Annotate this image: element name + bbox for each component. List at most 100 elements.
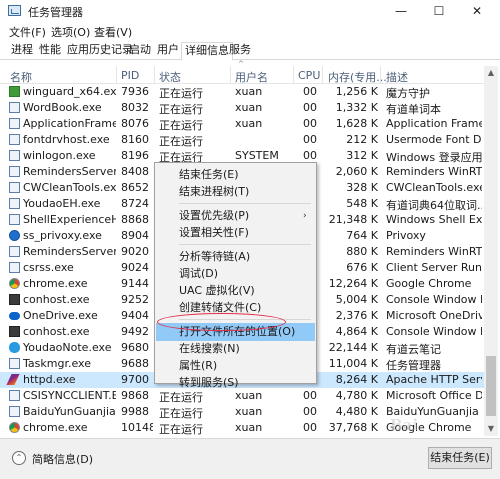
- cell-memory: 5,004 K: [335, 293, 378, 306]
- tab-bar: 进程 性能 应用历史记录 启动 用户 详细信息 服务: [0, 40, 500, 61]
- menu-options[interactable]: 选项(O): [51, 24, 90, 40]
- cell-pid: 8076: [121, 117, 149, 130]
- cell-name: ShellExperienceHo...: [23, 213, 116, 226]
- ctx-go-to-services[interactable]: 转到服务(S): [156, 374, 315, 392]
- window-icon: [9, 166, 20, 177]
- window-icon: [9, 390, 20, 401]
- cell-memory: 8,264 K: [335, 373, 378, 386]
- window-icon: [9, 198, 20, 209]
- menu-separator: [179, 203, 311, 204]
- cell-pid: 9020: [121, 245, 149, 258]
- scroll-up-icon[interactable]: ▲: [484, 66, 498, 80]
- cell-memory: 1,332 K: [335, 101, 378, 114]
- cell-name: OneDrive.exe: [23, 309, 98, 322]
- minimize-button[interactable]: —: [382, 0, 420, 22]
- chevron-up-icon[interactable]: ⌃: [12, 451, 26, 465]
- column-divider[interactable]: [154, 66, 155, 84]
- cell-description: Reminders WinRT ...: [386, 245, 482, 258]
- column-divider[interactable]: [230, 66, 231, 84]
- table-row[interactable]: WordBook.exe 8032 正在运行 xuan 00 1,332 K 有道单词本: [0, 100, 484, 116]
- close-button[interactable]: ✕: [458, 0, 496, 22]
- cell-name: chrome.exe: [23, 421, 88, 434]
- ctx-create-dump[interactable]: 创建转储文件(C): [156, 299, 315, 317]
- cell-memory: 1,628 K: [335, 117, 378, 130]
- ctx-search-online[interactable]: 在线搜索(N): [156, 340, 315, 358]
- tab-startup[interactable]: 启动: [126, 42, 154, 60]
- chrome-icon: [9, 422, 20, 433]
- cell-name: CWCleanTools.exe: [23, 181, 116, 194]
- column-divider[interactable]: [293, 66, 294, 84]
- context-menu: 结束任务(E) 结束进程树(T) 设置优先级(P) › 设置相关性(F) 分析等待链(A)…: [154, 162, 317, 389]
- cell-name: YoudaoNote.exe: [23, 341, 112, 354]
- cell-name: RemindersServer.e...: [23, 165, 116, 178]
- column-memory[interactable]: 内存(专用...: [328, 69, 387, 85]
- tab-services[interactable]: 服务: [226, 42, 254, 60]
- cell-name: ss_privoxy.exe: [23, 229, 102, 242]
- cell-memory: 548 K: [346, 197, 378, 210]
- chevron-right-icon: ›: [303, 211, 307, 221]
- ctx-analyze-wait-chain[interactable]: 分析等待链(A): [156, 248, 315, 266]
- table-row[interactable]: fontdrvhost.exe 8160 正在运行 00 212 K Usermode F…: [0, 132, 484, 148]
- console-icon: [9, 294, 20, 305]
- column-pid[interactable]: PID: [121, 69, 139, 82]
- cell-description: Client Server Runti...: [386, 261, 482, 274]
- column-divider[interactable]: [322, 66, 323, 84]
- ctx-set-priority[interactable]: 设置优先级(P): [156, 207, 315, 225]
- vertical-scrollbar[interactable]: ▲ ▼: [484, 66, 498, 436]
- cell-pid: 7936: [121, 85, 149, 98]
- chrome-icon: [9, 278, 20, 289]
- column-username[interactable]: 用户名: [235, 69, 268, 85]
- cell-username: xuan: [235, 85, 263, 98]
- tab-performance[interactable]: 性能: [36, 42, 64, 60]
- table-row[interactable]: chrome.exe 10148 正在运行 xuan 00 37,768 K Google …: [0, 420, 484, 436]
- cell-memory: 11,004 K: [328, 357, 378, 370]
- feather-icon: [6, 374, 20, 385]
- ctx-open-file-location[interactable]: 打开文件所在的位置(O): [156, 323, 315, 341]
- cell-name: winguard_x64.exe: [23, 85, 116, 98]
- column-divider[interactable]: [380, 66, 381, 84]
- window-icon: [9, 262, 20, 273]
- ctx-end-task[interactable]: 结束任务(E): [156, 166, 315, 184]
- ctx-set-affinity[interactable]: 设置相关性(F): [156, 224, 315, 242]
- window-icon: [9, 134, 20, 145]
- scroll-down-icon[interactable]: ▼: [484, 422, 498, 436]
- menu-view[interactable]: 查看(V): [94, 24, 132, 40]
- cell-pid: 9700: [121, 373, 149, 386]
- maximize-button[interactable]: ☐: [420, 0, 458, 22]
- cell-description: Microsoft Office D...: [386, 389, 482, 402]
- column-description[interactable]: 描述: [386, 69, 408, 85]
- cell-name: CSISYNCCLIENT.EXE: [23, 389, 116, 402]
- ctx-end-process-tree[interactable]: 结束进程树(T): [156, 183, 315, 201]
- cell-memory: 880 K: [346, 245, 378, 258]
- cell-memory: 2,376 K: [335, 309, 378, 322]
- tab-processes[interactable]: 进程: [8, 42, 36, 60]
- column-divider[interactable]: [116, 66, 117, 84]
- scrollbar-thumb[interactable]: [486, 356, 496, 416]
- ctx-debug[interactable]: 调试(D): [156, 265, 315, 283]
- fewer-details-link[interactable]: 简略信息(D): [32, 451, 93, 467]
- tab-users[interactable]: 用户: [154, 42, 182, 60]
- green-shield-icon: [9, 86, 20, 97]
- menu-file[interactable]: 文件(F): [9, 24, 46, 40]
- column-cpu[interactable]: CPU: [298, 69, 320, 82]
- cell-memory: 4,864 K: [335, 325, 378, 338]
- cell-description: Usermode Font Dri...: [386, 133, 482, 146]
- cell-pid: 8868: [121, 213, 149, 226]
- table-row[interactable]: BaiduYunGuanjia.e... 9988 正在运行 xuan 00 4,480 …: [0, 404, 484, 420]
- column-status[interactable]: 状态: [159, 69, 181, 85]
- table-row[interactable]: winguard_x64.exe 7936 正在运行 xuan 00 1,256 K 魔方守…: [0, 84, 484, 100]
- cell-description: Windows 登录应用...: [386, 151, 482, 164]
- ctx-properties[interactable]: 属性(R): [156, 357, 315, 375]
- table-row[interactable]: ApplicationFrameH... 8076 正在运行 xuan 00 1,628 …: [0, 116, 484, 132]
- cell-name: fontdrvhost.exe: [23, 133, 110, 146]
- ctx-uac-virtualization[interactable]: UAC 虚拟化(V): [156, 282, 315, 300]
- menu-separator: [179, 244, 311, 245]
- cell-username: SYSTEM: [235, 149, 279, 162]
- cell-pid: 8160: [121, 133, 149, 146]
- cell-username: xuan: [235, 405, 263, 418]
- cell-status: 正在运行: [159, 119, 203, 132]
- cell-memory: 22,144 K: [328, 341, 378, 354]
- column-name[interactable]: 名称: [10, 69, 32, 85]
- cell-memory: 21,348 K: [328, 213, 378, 226]
- end-task-button[interactable]: 结束任务(E): [428, 447, 492, 469]
